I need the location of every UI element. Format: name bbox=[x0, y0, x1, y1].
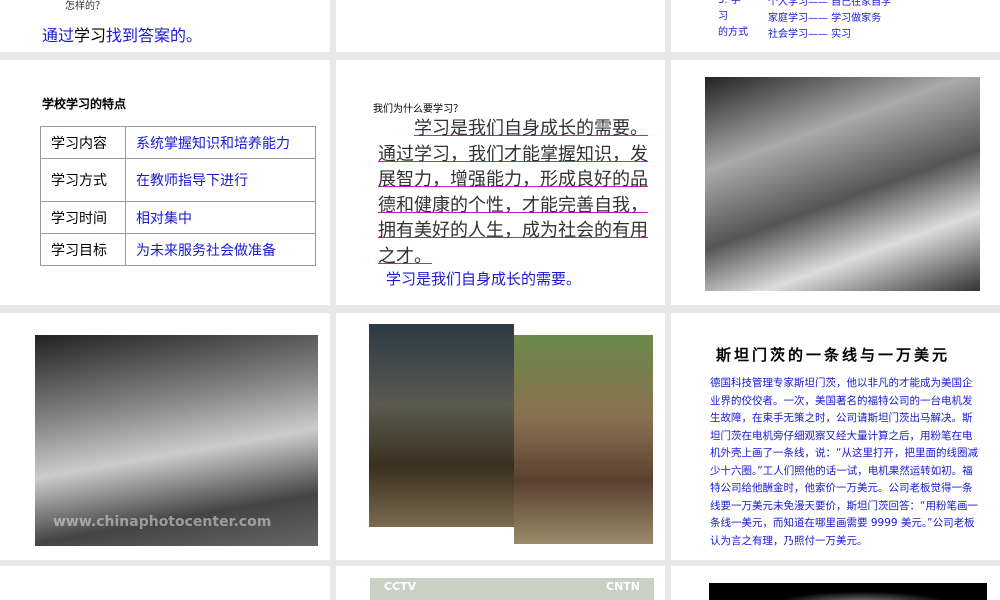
coal-carrier-photo bbox=[369, 324, 514, 527]
dark-photo bbox=[709, 583, 987, 600]
slide-11-thumbnail[interactable]: CCTV CNTN bbox=[336, 566, 665, 600]
reason-paragraph: 学习是我们自身成长的需要。通过学习，我们才能掌握知识，发展智力，增强能力，形成良… bbox=[378, 118, 648, 267]
dormitory-photo: www.chinaphotocenter.com bbox=[35, 335, 318, 546]
video-still: CCTV CNTN bbox=[370, 578, 654, 600]
slide-10-thumbnail[interactable] bbox=[0, 566, 330, 600]
method-list: 个人学习—— 自己在家自学 家庭学习—— 学习做家务 社会学习—— 实习 bbox=[768, 0, 892, 40]
slide-12-thumbnail[interactable] bbox=[671, 566, 1000, 600]
slide-7-thumbnail[interactable]: www.chinaphotocenter.com bbox=[0, 313, 330, 560]
slide-title: 我们为什么要学习？ bbox=[373, 104, 463, 115]
slide-8-thumbnail[interactable] bbox=[336, 313, 665, 560]
learning-method-label: 3. 学习的方式 bbox=[718, 0, 748, 38]
story-text: 德国科技管理专家斯坦门茨，他以非凡的才能成为美国企业界的佼佼者。一次，美国著名的… bbox=[710, 377, 978, 547]
classroom-photo bbox=[705, 77, 980, 291]
slide-title: 斯坦门茨的一条线与一万美元 bbox=[716, 346, 951, 364]
watermark: www.chinaphotocenter.com bbox=[53, 514, 272, 530]
slide-4-thumbnail[interactable]: 学校学习的特点 学习内容 系统掌握知识和培养能力 学习方式 在教师指导下进行 学习时… bbox=[0, 60, 330, 305]
cut-text: 怎样的？ bbox=[65, 1, 105, 12]
slide-3-thumbnail[interactable]: 3. 学习的方式 个人学习—— 自己在家自学 家庭学习—— 学习做家务 社会学习——… bbox=[671, 0, 1000, 52]
cntn-logo: CNTN bbox=[606, 580, 640, 593]
cctv-logo: CCTV bbox=[384, 580, 417, 593]
slide-2-thumbnail[interactable] bbox=[336, 0, 665, 52]
slide-6-thumbnail[interactable] bbox=[671, 60, 1000, 305]
slide-9-thumbnail[interactable]: 斯坦门茨的一条线与一万美元 德国科技管理专家斯坦门茨，他以非凡的才能成为美国企业… bbox=[671, 313, 1000, 560]
slide-5-thumbnail[interactable]: 我们为什么要学习？ 学习是我们自身成长的需要。通过学习，我们才能掌握知识，发展智… bbox=[336, 60, 665, 305]
slide-title: 学校学习的特点 bbox=[42, 97, 127, 111]
features-table: 学习内容 系统掌握知识和培养能力 学习方式 在教师指导下进行 学习时间 相对集中 学习… bbox=[40, 126, 316, 266]
summary-text: 学习是我们自身成长的需要。 bbox=[386, 270, 582, 288]
miners-photo bbox=[514, 335, 653, 544]
slide-1-thumbnail[interactable]: 怎样的？ 通过学习找到答案的。 bbox=[0, 0, 330, 52]
answer-text: 通过学习找到答案的。 bbox=[42, 26, 203, 45]
